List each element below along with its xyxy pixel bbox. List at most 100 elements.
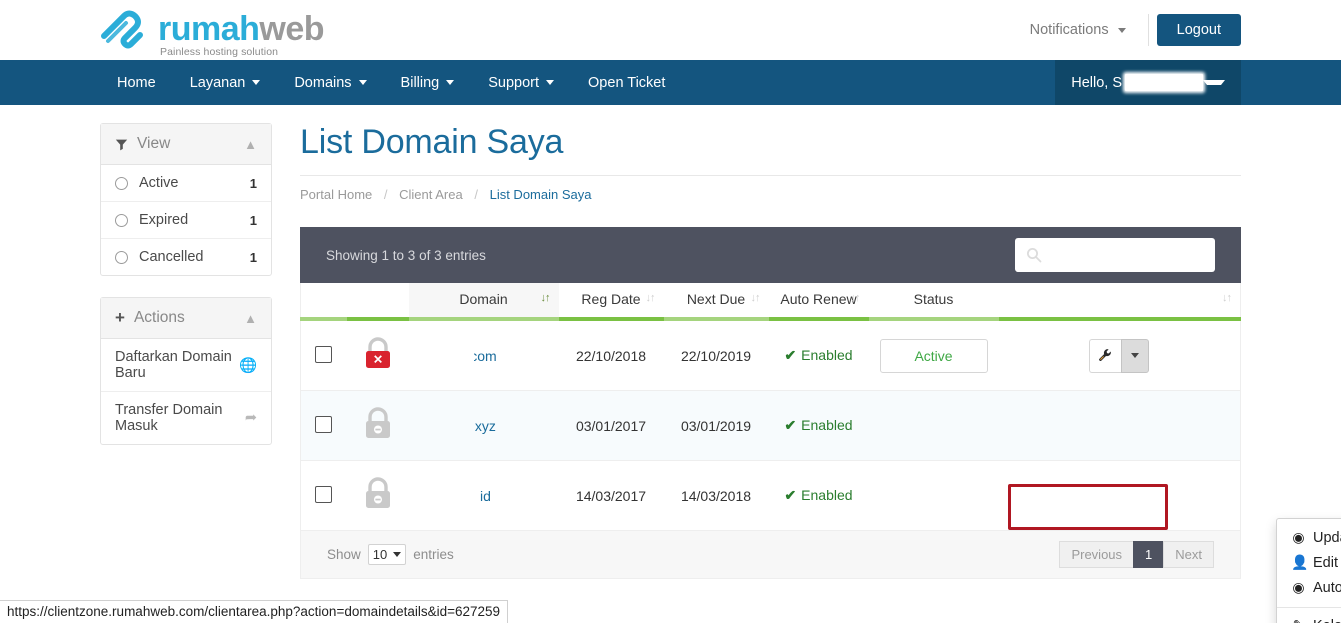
sort-icon: ↓↑ [645, 292, 656, 304]
chevron-up-icon[interactable]: ▲ [244, 138, 257, 151]
domain-link[interactable]: .xyz [398, 417, 496, 434]
action-label: Transfer Domain Masuk [115, 402, 223, 434]
page-title: List Domain Saya [300, 123, 564, 161]
th-actions[interactable]: ↓↑ [998, 283, 1241, 321]
breadcrumb-separator: / [474, 187, 478, 202]
nav-item-domains[interactable]: Domains [277, 60, 383, 105]
logout-button[interactable]: Logout [1156, 14, 1241, 46]
actions-panel: + Actions ▲ Daftarkan Domain Baru 🌐 Tran… [100, 297, 272, 445]
table-footer: Show 10 entries Previous 1 Next [300, 531, 1241, 579]
user-account-menu[interactable]: Hello, S [1055, 60, 1241, 105]
auto-renew-status: ✔ Enabled [784, 417, 852, 433]
domain-link[interactable]: com [408, 347, 497, 364]
status-badge[interactable]: Active [879, 338, 988, 373]
globe-icon: 🌐 [238, 357, 257, 374]
sidebar-action-transfer-domain[interactable]: Transfer Domain Masuk ➦ [101, 392, 271, 444]
view-panel-header[interactable]: View ▲ [101, 124, 271, 165]
row-checkbox[interactable] [315, 415, 333, 433]
redacted-username [1125, 74, 1203, 91]
entries-label: entries [413, 547, 454, 562]
show-label: Show [327, 547, 361, 562]
th-lock [346, 283, 409, 321]
table-row: .id 14/03/2017 14/03/2018 ✔ Enabled [300, 460, 1241, 531]
notifications-menu[interactable]: Notifications [1016, 16, 1140, 44]
nav-label: Billing [400, 74, 440, 91]
manage-wrench-button[interactable] [1089, 338, 1122, 373]
sort-icon: ↓↑ [850, 292, 861, 304]
th-status[interactable]: Status [868, 283, 999, 321]
radio-icon[interactable] [115, 213, 128, 227]
domain-text: com [470, 347, 497, 364]
radio-icon[interactable] [115, 250, 128, 264]
nav-label: Support [488, 74, 540, 91]
page-size-control: Show 10 entries [327, 544, 454, 565]
nav-item-home[interactable]: Home [100, 60, 173, 105]
sidebar-filter-cancelled[interactable]: Cancelled 1 [101, 239, 271, 275]
th-reg-date[interactable]: Reg Date ↓↑ [558, 283, 664, 321]
row-auto-renew: ✔ Enabled [768, 460, 869, 531]
check-icon: ✔ [784, 487, 797, 503]
user-icon: 👤 [1291, 554, 1309, 570]
th-next-due[interactable]: Next Due ↓↑ [663, 283, 769, 321]
breadcrumb-client-area[interactable]: Client Area [399, 187, 463, 202]
plus-icon: + [115, 308, 125, 328]
row-domain-cell: com [408, 319, 559, 391]
radio-icon[interactable] [115, 176, 128, 190]
row-select-cell [300, 460, 347, 531]
sidebar-filter-active[interactable]: Active 1 [101, 165, 271, 202]
page-size-value: 10 [372, 547, 388, 562]
menu-item-update-nameservers[interactable]: ◉ Update Nameservers [1277, 525, 1341, 550]
domain-text: .xyz [471, 417, 496, 434]
logo-word-secondary: web [259, 10, 325, 48]
nav-item-support[interactable]: Support [471, 60, 571, 105]
row-next-due: 22/10/2019 [663, 319, 769, 391]
lock-disabled-icon [365, 477, 390, 508]
nav-item-open-ticket[interactable]: Open Ticket [571, 60, 682, 105]
nav-item-billing[interactable]: Billing [384, 60, 472, 105]
th-label: Reg Date [581, 291, 641, 307]
row-checkbox[interactable] [315, 485, 333, 503]
row-actions-cell [998, 390, 1241, 461]
breadcrumb-separator: / [383, 187, 388, 202]
nav-item-layanan[interactable]: Layanan [173, 60, 278, 105]
auto-renew-label: Enabled [801, 347, 853, 363]
row-auto-renew: ✔ Enabled [768, 390, 869, 461]
th-auto-renew[interactable]: Auto Renew ↓↑ [768, 283, 869, 321]
menu-item-label: Edit Kontak / WHOIS [1313, 554, 1341, 571]
pagination-previous[interactable]: Previous [1059, 541, 1135, 568]
breadcrumb-current: List Domain Saya [489, 187, 592, 202]
actions-panel-header[interactable]: + Actions ▲ [101, 298, 271, 339]
row-actions-dropdown-toggle[interactable] [1121, 338, 1150, 373]
row-auto-renew: ✔ Enabled [768, 319, 869, 391]
nav-label: Domains [294, 74, 352, 91]
filter-label: Cancelled [139, 249, 204, 265]
funnel-icon [115, 139, 128, 150]
site-logo[interactable]: rumahweb Painless hosting solution [100, 8, 325, 58]
row-actions-cell [998, 319, 1241, 391]
chevron-down-icon [393, 552, 402, 557]
chevron-up-icon[interactable]: ▲ [244, 312, 257, 325]
domain-link[interactable]: .id [399, 488, 491, 504]
sort-icon: ↓↑ [750, 292, 761, 304]
row-status-cell: Active [868, 319, 999, 391]
filter-label: Active [139, 175, 179, 191]
filter-count: 1 [249, 249, 257, 265]
menu-item-edit-kontak-whois[interactable]: 👤 Edit Kontak / WHOIS [1277, 550, 1341, 575]
search-input[interactable] [1015, 238, 1215, 272]
menu-item-kelola-domain[interactable]: ✎ Kelola Domain [1277, 608, 1341, 623]
th-label: Domain [459, 291, 508, 307]
page-size-select[interactable]: 10 [367, 544, 407, 565]
breadcrumb-portal-home[interactable]: Portal Home [300, 187, 372, 202]
rumahweb-logo-mark [101, 10, 143, 49]
pagination-next[interactable]: Next [1163, 541, 1214, 568]
menu-item-auto-renewal-status[interactable]: ◉ Auto Renewal Status [1277, 575, 1341, 600]
sidebar-filter-expired[interactable]: Expired 1 [101, 202, 271, 239]
sidebar-action-register-domain[interactable]: Daftarkan Domain Baru 🌐 [101, 339, 271, 392]
row-checkbox[interactable] [315, 345, 333, 363]
filter-count: 1 [249, 212, 257, 228]
redaction-mask [398, 418, 475, 432]
th-domain[interactable]: Domain ↓↑ [408, 283, 559, 321]
pagination-page-1[interactable]: 1 [1133, 541, 1165, 568]
view-panel: View ▲ Active 1 Expired 1 Cancelled 1 [100, 123, 272, 276]
chevron-down-icon [1203, 80, 1225, 85]
